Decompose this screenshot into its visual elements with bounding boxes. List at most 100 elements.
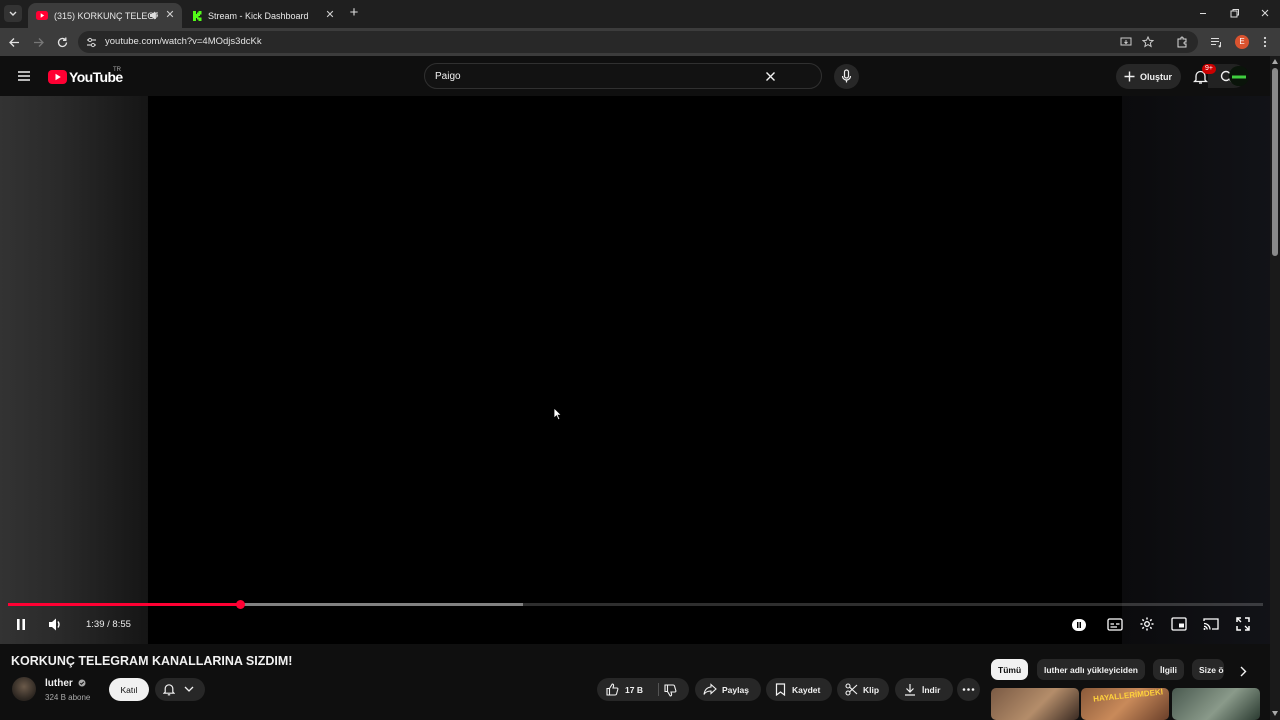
search-input[interactable]: Paigo: [435, 71, 461, 82]
chip-all[interactable]: Tümü: [991, 659, 1029, 680]
save-button[interactable]: Kaydet: [766, 678, 832, 701]
site-settings-icon[interactable]: [86, 37, 97, 48]
close-tab-icon[interactable]: ✕: [324, 9, 336, 21]
clear-search-icon[interactable]: [765, 71, 776, 82]
mouse-cursor-icon: [553, 407, 563, 421]
video-frame[interactable]: [148, 96, 1122, 644]
tab-title: Stream - Kick Dashboard: [208, 10, 309, 21]
cast-icon[interactable]: [1203, 617, 1219, 631]
chevron-right-icon[interactable]: [1239, 666, 1247, 677]
recommended-video-thumbnail[interactable]: [991, 688, 1079, 720]
chip-recommended[interactable]: Size ö: [1192, 659, 1224, 680]
subscription-notifications-button[interactable]: [155, 678, 205, 701]
share-label: Paylaş: [722, 685, 749, 695]
account-avatar[interactable]: [1229, 66, 1249, 86]
download-icon: [905, 684, 915, 696]
profile-avatar[interactable]: E: [1235, 35, 1249, 49]
region-code: TR: [113, 67, 121, 73]
download-label: İndir: [922, 685, 941, 695]
browser-tab-strip: (315) KORKUNÇ TELEGRAM ✕ Stream - Kick D…: [0, 0, 1280, 28]
youtube-logo[interactable]: YouTube TR: [48, 67, 128, 85]
minimize-button[interactable]: [1196, 6, 1210, 20]
share-icon: [703, 683, 717, 695]
chip-from-uploader[interactable]: luther adlı yükleyiciden: [1037, 659, 1146, 680]
tab-youtube[interactable]: (315) KORKUNÇ TELEGRAM ✕: [28, 3, 182, 28]
youtube-favicon-icon: [36, 11, 48, 20]
recommended-video-thumbnail[interactable]: [1172, 688, 1260, 720]
video-title: KORKUNÇ TELEGRAM KANALLARINA SIZDIM!: [11, 654, 293, 668]
like-dislike-group: 17 B: [597, 678, 689, 701]
close-window-button[interactable]: [1258, 6, 1272, 20]
reload-icon[interactable]: [56, 36, 69, 49]
restore-icon: [1230, 9, 1239, 18]
miniplayer-icon[interactable]: [1171, 617, 1187, 631]
address-bar[interactable]: youtube.com/watch?v=4MOdjs3dcKk: [78, 31, 1198, 53]
recommended-video-thumbnail[interactable]: HAYALLERİMDEKİ: [1081, 688, 1169, 720]
scroll-up-arrow-icon[interactable]: [1272, 59, 1278, 64]
progress-bar[interactable]: [8, 600, 1263, 609]
bookmark-icon: [775, 683, 786, 696]
tab-search-button[interactable]: [4, 5, 22, 22]
divider: [658, 683, 659, 696]
search-box[interactable]: Paigo: [424, 63, 1246, 89]
autoplay-toggle[interactable]: [1072, 619, 1086, 631]
bell-icon: [163, 684, 175, 696]
channel-name-text: luther: [45, 678, 73, 689]
audio-playing-icon[interactable]: [149, 10, 160, 21]
kick-favicon-icon: [193, 10, 202, 21]
video-player[interactable]: 1:39 / 8:55: [0, 96, 1280, 644]
url-text: youtube.com/watch?v=4MOdjs3dcKk: [105, 36, 262, 47]
thumbs-up-icon: [606, 683, 619, 696]
scrollbar-thumb[interactable]: [1272, 68, 1278, 256]
youtube-header: YouTube TR Paigo Oluştur 9+: [0, 56, 1280, 96]
ambient-glow-left: [0, 96, 148, 644]
new-tab-button[interactable]: +: [345, 5, 363, 22]
like-button[interactable]: 17 B: [597, 678, 655, 701]
menu-hamburger-icon[interactable]: [17, 70, 31, 82]
thumbs-down-icon[interactable]: [664, 684, 677, 697]
close-icon: [1261, 9, 1269, 17]
ambient-glow-right: [1122, 96, 1280, 644]
join-button[interactable]: Katıl: [109, 678, 149, 701]
chip-related[interactable]: İlgili: [1153, 659, 1184, 680]
pause-icon[interactable]: [15, 618, 27, 631]
fullscreen-icon[interactable]: [1236, 617, 1250, 631]
notifications-button[interactable]: 9+: [1192, 64, 1216, 86]
subscriber-count: 324 B abone: [45, 693, 91, 702]
chevron-down-icon: [184, 686, 194, 692]
avatar-image: [1229, 66, 1249, 86]
tab-kick-dashboard[interactable]: Stream - Kick Dashboard ✕: [184, 3, 342, 28]
time-display: 1:39 / 8:55: [86, 619, 131, 630]
page-scrollbar[interactable]: [1270, 56, 1280, 720]
back-icon[interactable]: [8, 36, 21, 49]
create-button[interactable]: Oluştur: [1116, 64, 1181, 89]
channel-avatar[interactable]: [12, 677, 36, 701]
autoplay-pause-icon: [1077, 622, 1081, 628]
chevron-down-icon: [9, 11, 17, 16]
extensions-icon[interactable]: [1176, 36, 1188, 48]
install-app-icon[interactable]: [1120, 36, 1132, 48]
bookmark-star-icon[interactable]: [1142, 36, 1154, 48]
clip-button[interactable]: Klip: [837, 678, 889, 701]
more-actions-button[interactable]: [957, 678, 980, 701]
create-label: Oluştur: [1140, 71, 1173, 82]
download-button[interactable]: İndir: [895, 678, 953, 701]
tab-title: (315) KORKUNÇ TELEGRAM: [54, 10, 158, 21]
subtitles-icon[interactable]: [1107, 618, 1123, 631]
save-label: Kaydet: [792, 685, 821, 695]
forward-icon[interactable]: [32, 36, 45, 49]
restore-button[interactable]: [1227, 6, 1241, 20]
microphone-icon: [841, 69, 852, 83]
settings-gear-icon[interactable]: [1139, 616, 1155, 632]
channel-name[interactable]: luther: [45, 678, 86, 689]
browser-menu-icon[interactable]: [1261, 35, 1269, 49]
close-tab-icon[interactable]: ✕: [164, 9, 176, 21]
voice-search-button[interactable]: [834, 64, 859, 89]
browser-toolbar: youtube.com/watch?v=4MOdjs3dcKk E: [0, 28, 1280, 56]
volume-icon[interactable]: [47, 617, 63, 632]
scroll-down-arrow-icon[interactable]: [1272, 711, 1278, 716]
media-controls-icon[interactable]: [1210, 36, 1223, 48]
notification-badge: 9+: [1202, 64, 1216, 74]
share-button[interactable]: Paylaş: [695, 678, 761, 701]
thumbnail-caption: HAYALLERİMDEKİ: [1092, 688, 1164, 704]
